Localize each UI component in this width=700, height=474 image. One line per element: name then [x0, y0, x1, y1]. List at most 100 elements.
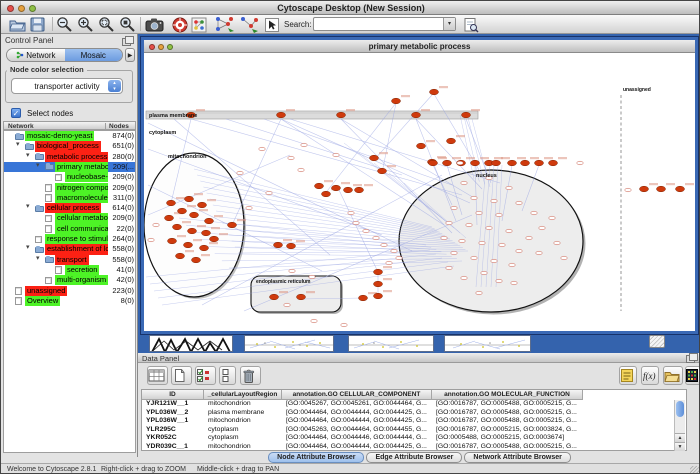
search-dropdown-icon[interactable]: ▾	[443, 18, 455, 30]
network-node-selected[interactable]	[173, 224, 182, 230]
network-node-selected[interactable]	[374, 269, 383, 275]
tab-network-attribute-browser[interactable]: Network Attribute Browser	[464, 452, 570, 463]
network-node-selected[interactable]	[657, 186, 666, 192]
attribute-table-button[interactable]	[147, 366, 168, 385]
network-node[interactable]	[246, 206, 252, 210]
network-node[interactable]	[386, 261, 392, 265]
selection-mode-button[interactable]	[264, 16, 283, 33]
tree-row-mosaic-demo-yeast[interactable]: mosaic-demo-yeast874(0)	[4, 131, 136, 141]
network-node-selected[interactable]	[429, 160, 438, 166]
network-node[interactable]	[561, 256, 567, 260]
import-attributes-button[interactable]	[663, 366, 683, 385]
network-node[interactable]	[237, 171, 243, 175]
network-node[interactable]	[441, 236, 447, 240]
new-attribute-button[interactable]	[171, 366, 192, 385]
delete-attribute-button[interactable]	[240, 366, 261, 385]
tree-row-primary-metabo[interactable]: ▾primary metabo209(...	[4, 162, 136, 172]
network-node[interactable]	[506, 186, 512, 190]
network-node-selected[interactable]	[549, 160, 558, 166]
network-node[interactable]	[516, 201, 522, 205]
tab-mosaic[interactable]: Mosaic	[65, 49, 123, 61]
network-node-selected[interactable]	[337, 112, 346, 118]
network-node[interactable]	[341, 323, 347, 327]
network-node-selected[interactable]	[374, 281, 383, 287]
network-node[interactable]	[554, 241, 560, 245]
tree-row-nucleobase-[interactable]: nucleobase-209(0)	[4, 172, 136, 182]
data-panel-header[interactable]: Data Panel	[138, 353, 700, 363]
network-node-selected[interactable]	[492, 160, 501, 166]
network-node[interactable]	[353, 221, 359, 225]
window-resize-grip[interactable]	[649, 335, 665, 348]
network-node-selected[interactable]	[462, 112, 471, 118]
search-input[interactable]: ▾	[313, 17, 456, 31]
network-node[interactable]	[471, 256, 477, 260]
help-button[interactable]	[172, 16, 191, 33]
network-node[interactable]	[451, 251, 457, 255]
report-button[interactable]	[619, 366, 637, 385]
network-node-selected[interactable]	[185, 196, 194, 202]
network-node-selected[interactable]	[287, 243, 296, 249]
zoom-selected-button[interactable]	[119, 16, 138, 33]
network-node-selected[interactable]	[374, 293, 383, 299]
attribute-matrix-button[interactable]	[685, 366, 700, 385]
window-titlebar[interactable]: Cytoscape Desktop (New Session)	[1, 1, 700, 15]
tree-row-establishment-of-lo[interactable]: ▾establishment of lo558(0)	[4, 244, 136, 254]
open-session-button[interactable]	[9, 16, 28, 33]
network-node[interactable]	[506, 229, 512, 233]
network-node[interactable]	[476, 211, 482, 215]
network-node[interactable]	[311, 319, 317, 323]
nucleus-region[interactable]	[399, 170, 583, 312]
network-node-selected[interactable]	[198, 202, 207, 208]
column-header[interactable]: annotation.GO CELLULAR_COMPONENT	[282, 390, 432, 400]
network-node[interactable]	[288, 156, 294, 160]
network-node[interactable]	[499, 243, 505, 247]
select-nodes-checkbox[interactable]: ✓	[11, 108, 21, 118]
background-window[interactable]	[149, 335, 233, 352]
network-window-titlebar[interactable]: primary metabolic process	[144, 40, 695, 53]
network-node-selected[interactable]	[378, 168, 387, 174]
advanced-search-button[interactable]	[463, 16, 483, 33]
network-node-selected[interactable]	[168, 238, 177, 244]
network-node[interactable]	[457, 161, 463, 165]
network-node[interactable]	[486, 226, 492, 230]
network-node-selected[interactable]	[277, 112, 286, 118]
tree-row-response-to-stimulu[interactable]: response to stimulu264(0)	[4, 234, 136, 244]
table-row[interactable]: YPL036W__2plasma membrane[GO:0044464, GO…	[142, 409, 670, 418]
app-resize-grip[interactable]	[690, 466, 699, 474]
network-node-selected[interactable]	[190, 212, 199, 218]
background-window[interactable]	[348, 335, 434, 352]
tab-network[interactable]: Network	[7, 49, 65, 61]
network-node-selected[interactable]	[417, 143, 426, 149]
network-node-selected[interactable]	[274, 242, 283, 248]
disclosure-triangle-icon[interactable]: ▾	[26, 202, 30, 212]
table-row[interactable]: YKR052Ccytoplasm[GO:0044464, GO:0044446,…	[142, 434, 670, 443]
network-node-selected[interactable]	[521, 160, 530, 166]
unselect-all-attributes-button[interactable]	[219, 366, 236, 385]
network-node[interactable]	[509, 263, 515, 267]
scroll-down-button[interactable]: ▼	[675, 442, 685, 451]
network-node[interactable]	[476, 291, 482, 295]
network-node-selected[interactable]	[167, 200, 176, 206]
tree-row-overview[interactable]: Overview8(0)	[4, 296, 136, 306]
network-node[interactable]	[289, 269, 295, 273]
network-node-selected[interactable]	[270, 294, 279, 300]
network-node[interactable]	[491, 199, 497, 203]
network-node[interactable]	[381, 243, 387, 247]
network-node-selected[interactable]	[210, 236, 219, 242]
tree-header-network[interactable]: Network	[8, 123, 34, 130]
network-node[interactable]	[539, 226, 545, 230]
background-window[interactable]	[244, 335, 334, 352]
network-node-selected[interactable]	[315, 183, 324, 189]
network-node[interactable]	[471, 196, 477, 200]
float-panel-icon[interactable]	[122, 38, 131, 46]
tree-row-cellular-process[interactable]: ▾cellular process614(0)	[4, 203, 136, 213]
column-header[interactable]: ID	[142, 390, 204, 400]
network-node-selected[interactable]	[176, 253, 185, 259]
network-node[interactable]	[148, 238, 154, 242]
network-node-selected[interactable]	[355, 187, 364, 193]
apply-preferred-layout-button[interactable]	[239, 16, 262, 33]
network-node[interactable]	[516, 249, 522, 253]
tree-row-unassigned[interactable]: unassigned223(0)	[4, 286, 136, 296]
tree-row-biological-process[interactable]: ▾biological_process651(0)	[4, 141, 136, 151]
network-node[interactable]	[446, 221, 452, 225]
